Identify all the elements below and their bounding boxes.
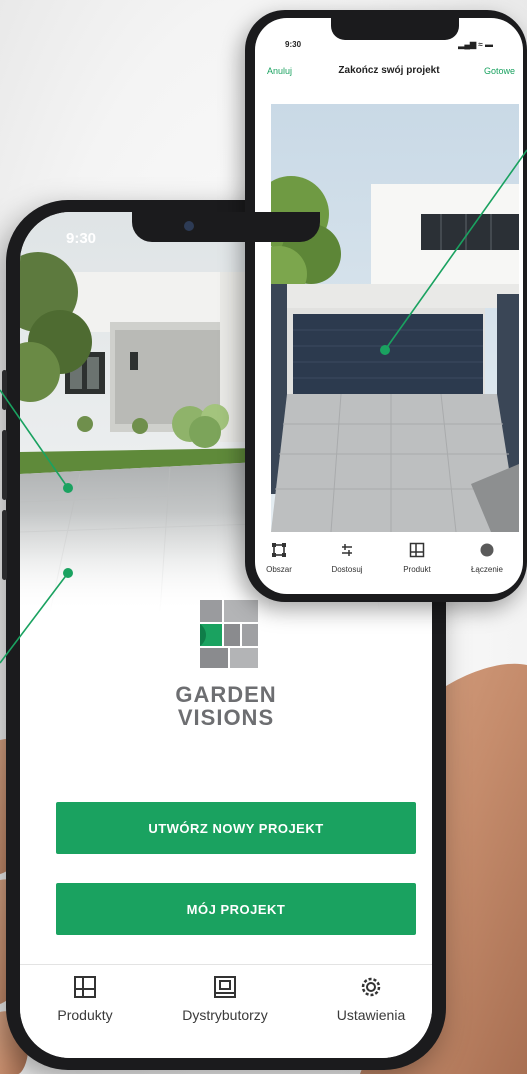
tab-label: Produkty [57,1007,113,1023]
bottom-tab-bar: Produkty Dystrybutorzy Ustawienia [20,964,432,1058]
products-icon [74,976,96,998]
tab-settings[interactable]: Ustawienia [306,975,432,1023]
tool-joining[interactable]: Łączenie [457,542,517,574]
tool-label: Łączenie [470,565,504,574]
product-photo: 9:30 GARDEN VISIONS UTWÓRZ NOWY PROJEKT … [0,0,527,1074]
tab-label: Dystrybutorzy [182,1007,268,1023]
phone-side-button [2,370,7,410]
tool-adjust[interactable]: Dostosuj [317,542,377,574]
page-title: Zakończ swój projekt [338,65,440,76]
status-time: 9:30 [285,40,302,49]
product-icon [409,542,425,558]
tab-label: Ustawienia [336,1007,406,1023]
adjust-icon [342,544,352,556]
area-icon [272,543,286,557]
tab-products[interactable]: Produkty [20,975,150,1023]
phone-volume-button [2,430,7,500]
phone-notch [331,18,459,40]
phone-notch [132,212,320,242]
tool-label: Produkt [403,565,431,574]
my-project-button[interactable]: MÓJ PROJEKT [56,883,416,935]
phone-volume-button [2,510,7,580]
secondary-phone-screen: 9:30 ▂▄▆ ≈ ▬ Anuluj Zakończ swój projekt… [255,18,523,594]
joining-icon [480,543,494,557]
status-time: 9:30 [66,230,97,247]
distributors-icon [214,976,236,998]
create-new-project-button[interactable]: UTWÓRZ NOWY PROJEKT [56,802,416,854]
secondary-phone: 9:30 ▂▄▆ ≈ ▬ Anuluj Zakończ swój projekt… [245,10,527,602]
settings-icon [361,977,381,997]
status-icons: ▂▄▆ ≈ ▬ [458,40,493,49]
done-button[interactable]: Gotowe [484,66,515,76]
tab-distributors[interactable]: Dystrybutorzy [160,975,290,1023]
project-nav-bar: Anuluj Zakończ swój projekt Gotowe [255,62,523,84]
tool-label: Dostosuj [331,565,363,574]
tool-area[interactable]: Obszar [255,542,309,574]
project-photo [271,104,519,532]
edit-toolbar: Obszar Dostosuj Produkt Łączenie [255,538,523,594]
tool-label: Obszar [266,565,292,574]
brand-name-line-2: VISIONS [177,705,275,730]
tool-product[interactable]: Produkt [387,542,447,574]
